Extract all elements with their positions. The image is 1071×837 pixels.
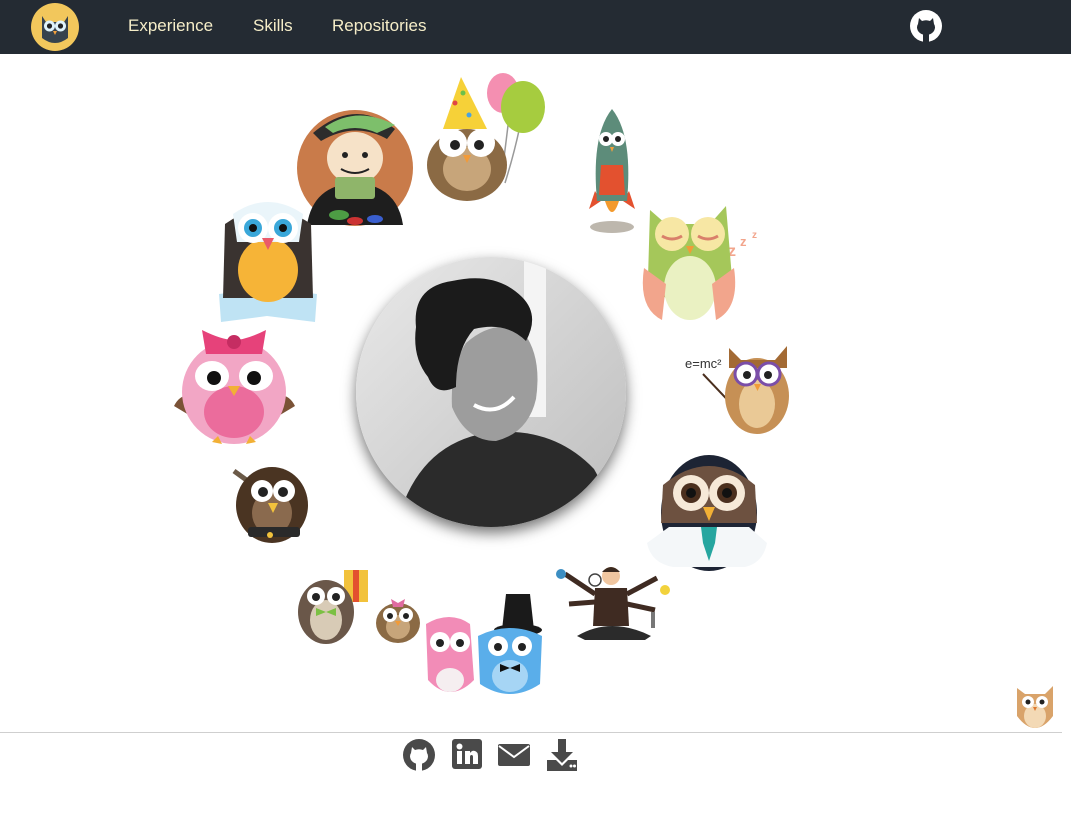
owl-logo-icon[interactable] xyxy=(30,2,80,52)
professor-owl[interactable]: e=mc² xyxy=(683,338,793,436)
email-icon[interactable] xyxy=(497,738,531,772)
nav-link-repositories[interactable]: Repositories xyxy=(332,16,427,36)
party-owl[interactable] xyxy=(425,71,550,201)
svg-text:z: z xyxy=(740,234,747,249)
mechanic-owl[interactable] xyxy=(226,457,316,545)
book-owl[interactable] xyxy=(215,198,321,326)
rocket-owl[interactable] xyxy=(587,105,637,235)
top-navbar: Experience Skills Repositories xyxy=(0,0,1071,54)
gift-owl[interactable] xyxy=(296,566,372,646)
business-owl[interactable] xyxy=(645,447,770,575)
linkedin-icon[interactable] xyxy=(451,738,485,772)
nav-link-experience[interactable]: Experience xyxy=(128,16,213,36)
corner-owl[interactable] xyxy=(1013,678,1057,734)
nav-link-skills[interactable]: Skills xyxy=(253,16,293,36)
small-owl[interactable] xyxy=(373,595,423,645)
footer-divider xyxy=(0,732,1062,733)
github-icon[interactable] xyxy=(909,9,943,43)
github-icon[interactable] xyxy=(402,738,436,772)
multitask-person[interactable] xyxy=(555,564,673,642)
wedding-owls[interactable] xyxy=(424,580,548,702)
svg-text:e=mc²: e=mc² xyxy=(685,356,722,371)
svg-text:z: z xyxy=(752,230,757,241)
sleepy-owl[interactable]: z z z xyxy=(640,198,770,326)
profile-photo xyxy=(356,257,626,527)
pink-bow-owl[interactable] xyxy=(172,326,297,448)
download-icon[interactable] xyxy=(545,738,579,772)
